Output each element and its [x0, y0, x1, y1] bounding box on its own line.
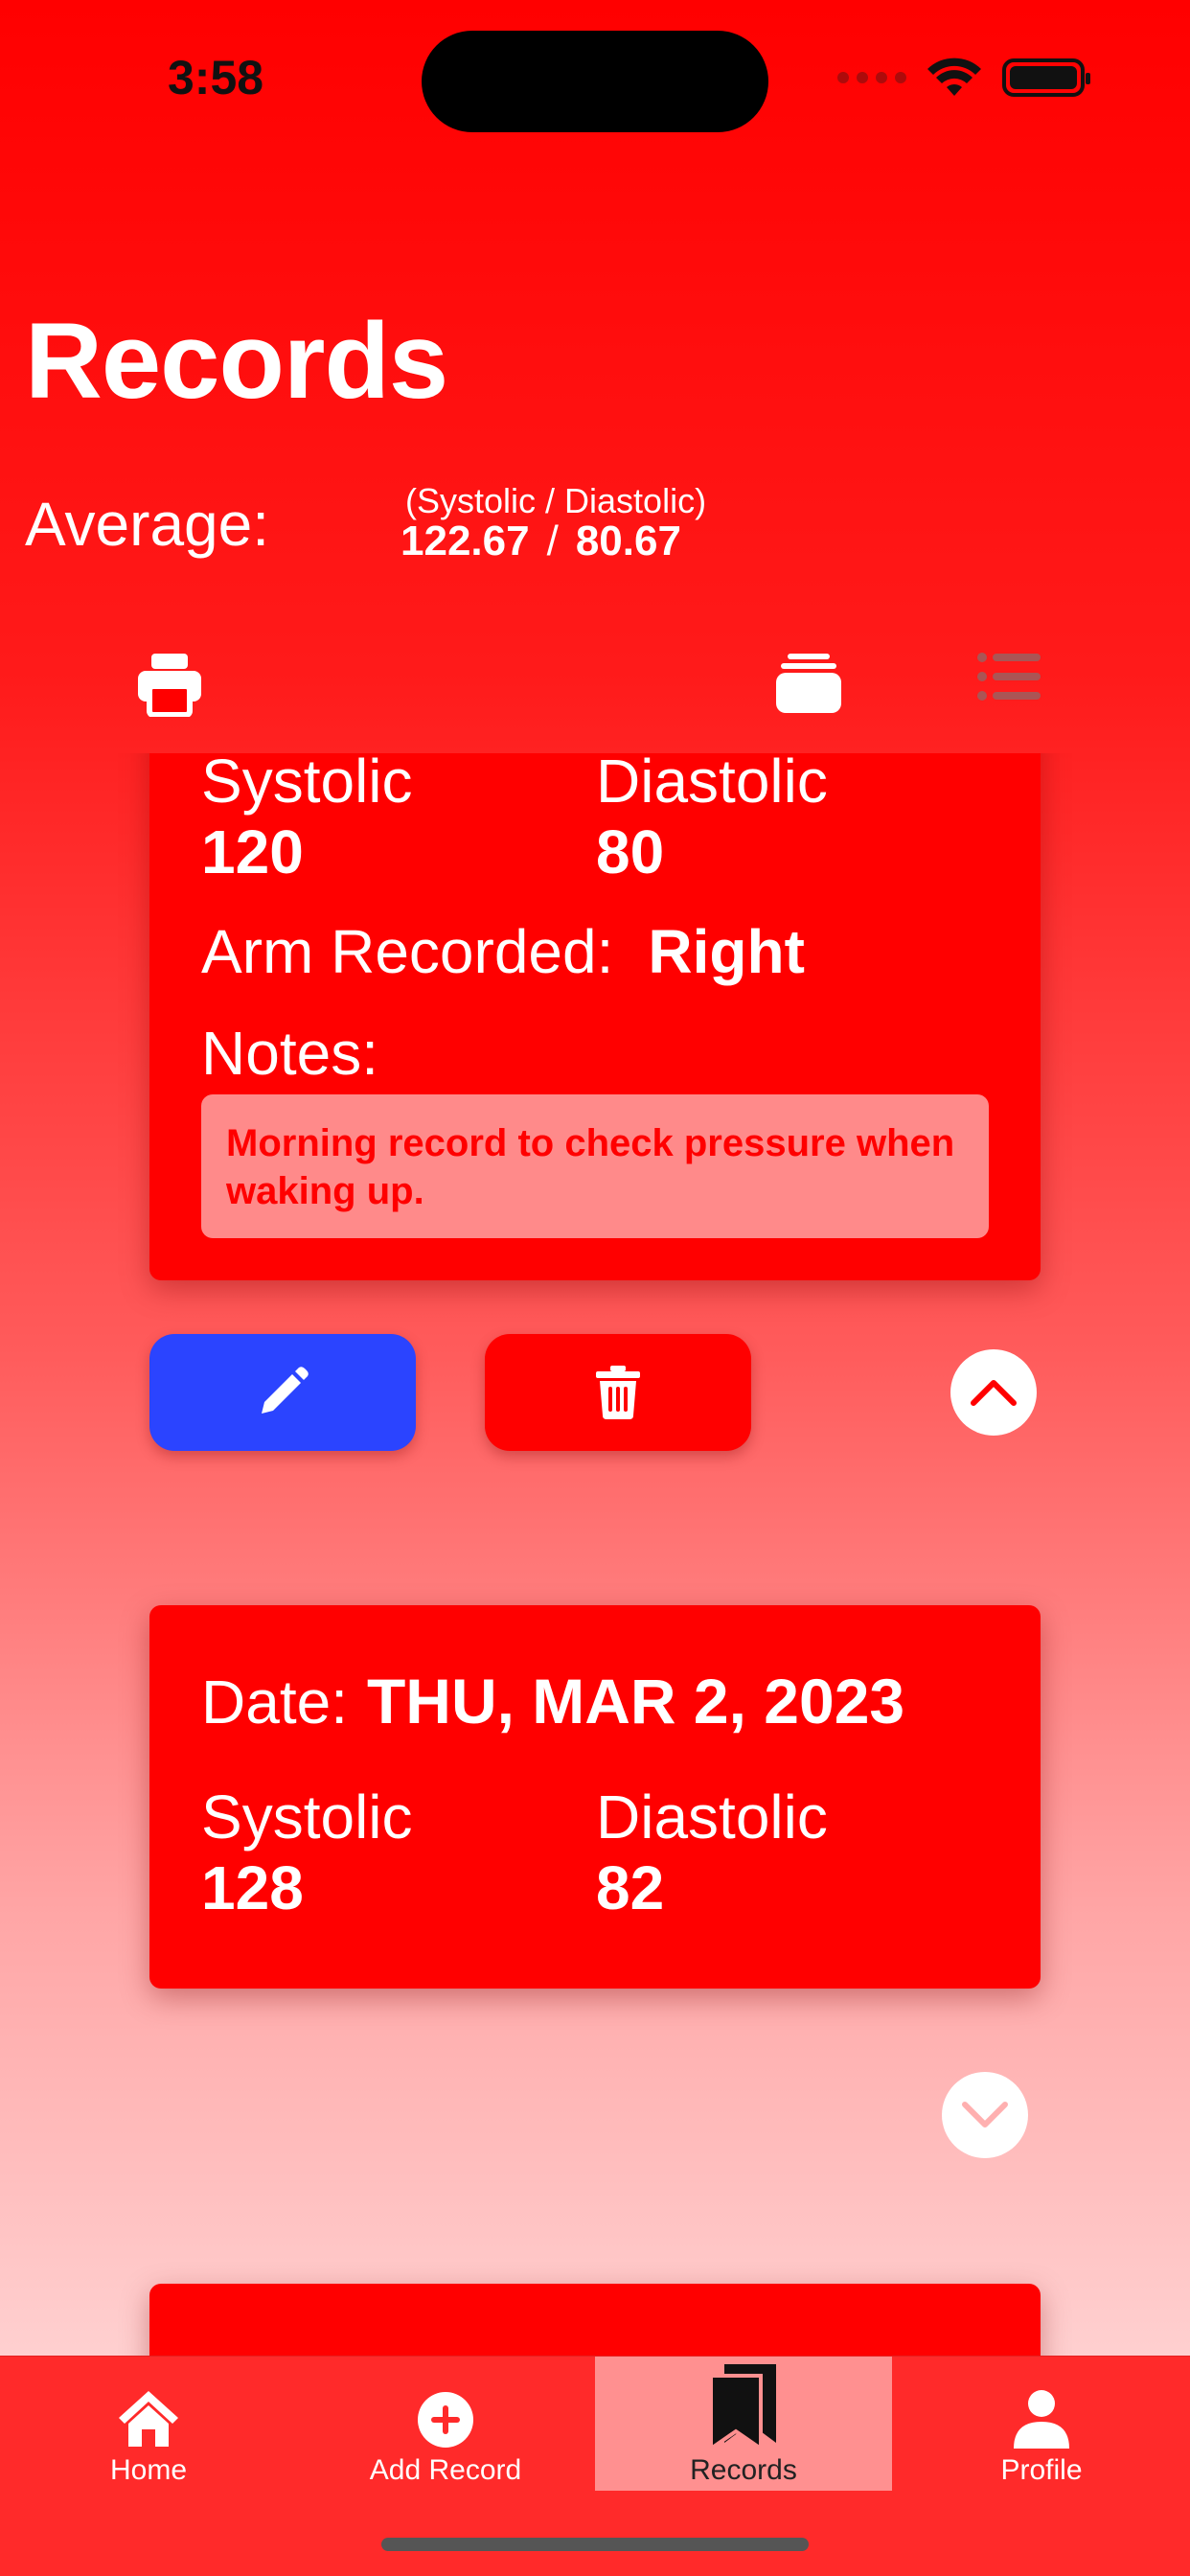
list-view-icon: [977, 653, 1041, 701]
home-icon: [119, 2391, 178, 2447]
bookmarks-icon: [709, 2364, 776, 2449]
diastolic-value: 80: [596, 817, 665, 886]
systolic-value: 128: [201, 1853, 304, 1922]
average-caption: (Systolic / Diastolic): [405, 481, 707, 520]
arm-label: Arm Recorded:: [201, 917, 614, 986]
date-label: Date:: [201, 2345, 348, 2356]
tab-label: Add Record: [369, 2454, 522, 2486]
chevron-up-icon: [971, 1380, 1017, 1406]
pencil-icon: [262, 1367, 309, 1414]
tab-records[interactable]: Records: [595, 2357, 892, 2491]
date-value: THU, MAR 2, 2023: [366, 1666, 905, 1736]
chevron-down-icon: [962, 2102, 1008, 2128]
average-diastolic: 80.67: [575, 518, 681, 564]
plus-circle-icon: [418, 2392, 473, 2448]
expand-button[interactable]: [942, 2072, 1028, 2158]
record-card[interactable]: Date: THU, MAR 2, 2023: [149, 2284, 1041, 2356]
diastolic-value: 82: [596, 1853, 665, 1922]
card-view-button[interactable]: [774, 652, 851, 719]
edit-button[interactable]: [149, 1334, 416, 1451]
tab-add-record[interactable]: Add Record: [297, 2357, 594, 2491]
home-indicator[interactable]: [381, 2538, 809, 2551]
tab-label: Profile: [1000, 2454, 1083, 2486]
average-separator: /: [546, 518, 559, 564]
systolic-value: 120: [201, 817, 304, 886]
status-indicators: [837, 58, 1090, 98]
average-label: Average:: [25, 490, 269, 559]
tab-profile[interactable]: Profile: [893, 2357, 1190, 2491]
page-title: Records: [25, 301, 448, 421]
status-time: 3:58: [168, 51, 264, 104]
record-card[interactable]: Systolic 120 Diastolic 80 Arm Recorded: …: [149, 753, 1041, 1280]
print-button[interactable]: [136, 652, 213, 719]
date-value: THU, MAR 2, 2023: [367, 2343, 904, 2356]
tab-label: Home: [109, 2454, 188, 2486]
records-list[interactable]: Systolic 120 Diastolic 80 Arm Recorded: …: [0, 753, 1190, 2356]
diastolic-label: Diastolic: [596, 1782, 828, 1852]
printer-icon: [138, 654, 201, 718]
date-label: Date:: [201, 1668, 348, 1736]
diastolic-label: Diastolic: [596, 753, 828, 816]
arm-value: Right: [648, 917, 805, 986]
average-systolic: 122.67: [400, 518, 530, 564]
average-values: 122.67 / 80.67: [400, 518, 681, 565]
person-icon: [1014, 2390, 1069, 2449]
collapse-button[interactable]: [950, 1349, 1037, 1436]
record-card[interactable]: Date: THU, MAR 2, 2023 Systolic 128 Dias…: [149, 1605, 1041, 1989]
wifi-icon: [927, 58, 981, 96]
list-view-button[interactable]: [977, 652, 1054, 719]
systolic-label: Systolic: [201, 753, 413, 816]
notes-label: Notes:: [201, 1019, 378, 1088]
delete-button[interactable]: [485, 1334, 751, 1451]
systolic-label: Systolic: [201, 1782, 413, 1852]
notes-text: Morning record to check pressure when wa…: [201, 1094, 989, 1238]
trash-icon: [596, 1366, 640, 1419]
tab-home[interactable]: Home: [0, 2357, 297, 2491]
tab-label: Records: [690, 2454, 797, 2486]
battery-icon: [1002, 58, 1090, 97]
dynamic-island: [422, 31, 768, 132]
cellular-signal-icon: [837, 72, 906, 83]
card-view-icon: [776, 654, 841, 713]
